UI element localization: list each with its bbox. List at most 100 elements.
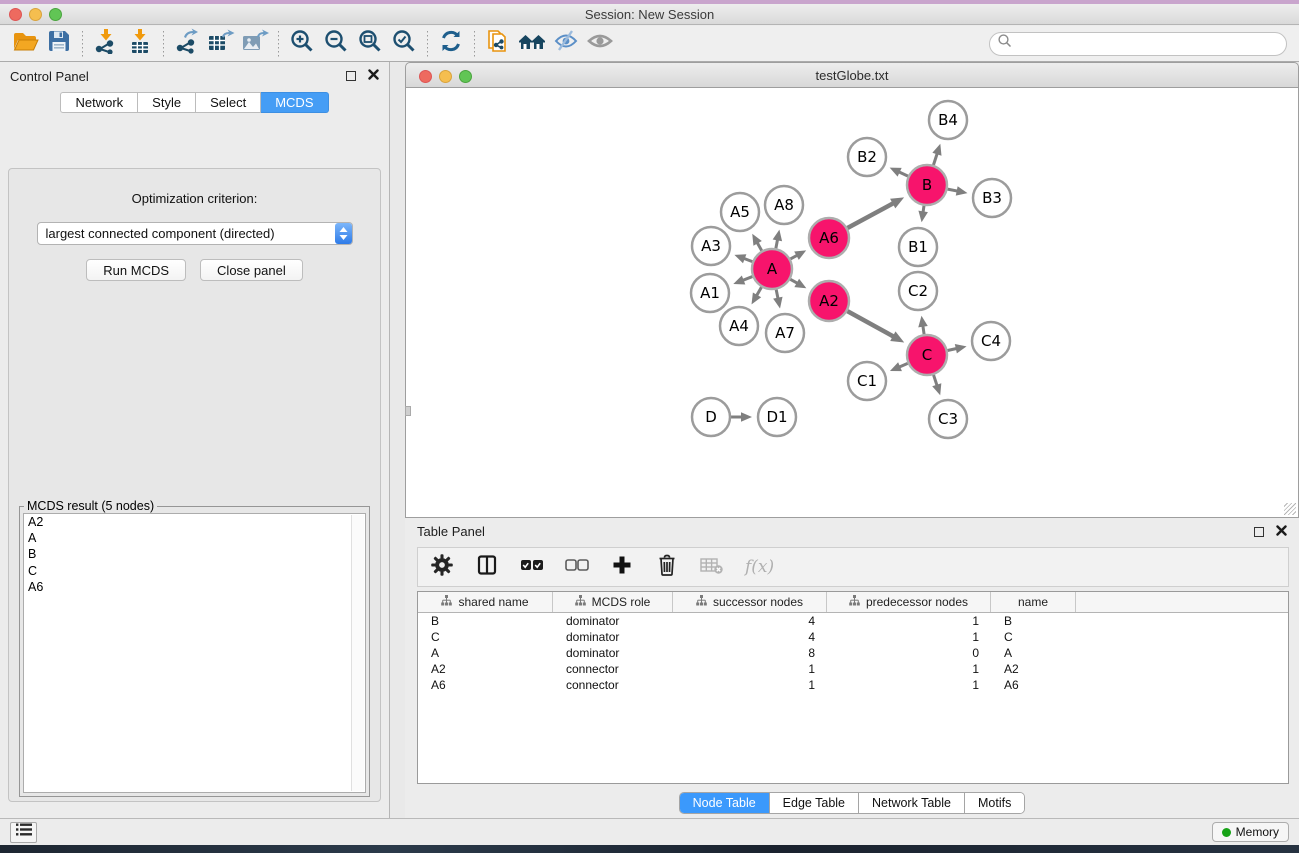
graph-node-A4[interactable]: A4 — [720, 307, 758, 345]
result-item[interactable]: C — [24, 563, 365, 579]
tab-node-table[interactable]: Node Table — [680, 793, 769, 813]
result-scrollbar[interactable] — [351, 515, 364, 791]
save-session-button[interactable] — [42, 29, 76, 59]
export-table-button[interactable] — [204, 29, 238, 59]
close-table-panel-icon[interactable] — [1276, 523, 1287, 541]
memory-button[interactable]: Memory — [1212, 822, 1289, 842]
column-header-predecessor-nodes[interactable]: predecessor nodes — [827, 592, 991, 612]
zoom-out-button[interactable] — [319, 29, 353, 59]
network-window-titlebar[interactable]: testGlobe.txt — [405, 62, 1299, 88]
table-row[interactable]: Cdominator41C — [418, 629, 1288, 645]
splitter-handle[interactable] — [405, 406, 411, 416]
import-table-button[interactable] — [123, 29, 157, 59]
graph-node-A6[interactable]: A6 — [809, 218, 849, 258]
float-table-panel-icon[interactable] — [1254, 527, 1264, 537]
table-row[interactable]: A6connector11A6 — [418, 677, 1288, 693]
tab-network[interactable]: Network — [60, 92, 138, 113]
result-item[interactable]: A6 — [24, 579, 365, 595]
edge-A6-B[interactable] — [847, 203, 894, 228]
graph-node-D[interactable]: D — [692, 398, 730, 436]
graph-node-A7[interactable]: A7 — [766, 314, 804, 352]
show-graphics-details-button[interactable] — [583, 29, 617, 59]
result-item[interactable]: B — [24, 546, 365, 562]
tab-network-table[interactable]: Network Table — [858, 793, 964, 813]
tab-select[interactable]: Select — [196, 92, 261, 113]
home-networks-button[interactable] — [515, 29, 549, 59]
memory-status-icon — [1222, 828, 1231, 837]
graph-node-B1[interactable]: B1 — [899, 228, 937, 266]
column-header-successor-nodes[interactable]: successor nodes — [673, 592, 827, 612]
graph-node-C3[interactable]: C3 — [929, 400, 967, 438]
tab-style[interactable]: Style — [138, 92, 196, 113]
select-all-rows-button[interactable] — [520, 555, 544, 579]
run-mcds-button[interactable]: Run MCDS — [86, 259, 186, 281]
table-row[interactable]: Adominator80A — [418, 645, 1288, 661]
float-panel-icon[interactable] — [346, 71, 356, 81]
graph-node-A3[interactable]: A3 — [692, 227, 730, 265]
zoom-in-icon — [289, 28, 315, 59]
import-network-button[interactable] — [89, 29, 123, 59]
resize-grip-icon[interactable] — [1284, 503, 1296, 515]
column-header-shared-name[interactable]: shared name — [418, 592, 553, 612]
graph-node-A[interactable]: A — [752, 249, 792, 289]
export-image-button[interactable] — [238, 29, 272, 59]
zoom-fit-button[interactable] — [353, 29, 387, 59]
zoom-in-button[interactable] — [285, 29, 319, 59]
zoom-fit-icon — [357, 28, 383, 59]
table-settings-button[interactable] — [430, 555, 454, 579]
gear-icon — [431, 554, 453, 581]
graph-node-C[interactable]: C — [907, 335, 947, 375]
apply-layout-button[interactable] — [434, 29, 468, 59]
show-column-button[interactable] — [475, 555, 499, 579]
table-toolbar: f(x) — [417, 547, 1289, 587]
task-history-button[interactable] — [10, 822, 37, 843]
close-panel-button[interactable]: Close panel — [200, 259, 303, 281]
duplicate-network-button[interactable] — [481, 29, 515, 59]
export-image-icon — [241, 28, 269, 59]
graph-node-A2[interactable]: A2 — [809, 281, 849, 321]
graph-node-C4[interactable]: C4 — [972, 322, 1010, 360]
svg-text:C: C — [922, 346, 932, 364]
export-network-button[interactable] — [170, 29, 204, 59]
control-panel: Control Panel NetworkStyleSelectMCDS Opt… — [0, 62, 390, 818]
window-titlebar[interactable]: Session: New Session — [0, 4, 1299, 25]
column-header-name[interactable]: name — [991, 592, 1076, 612]
graph-node-C2[interactable]: C2 — [899, 272, 937, 310]
tab-motifs[interactable]: Motifs — [964, 793, 1024, 813]
table-row[interactable]: Bdominator41B — [418, 613, 1288, 629]
graph-node-A5[interactable]: A5 — [721, 193, 759, 231]
svg-text:A6: A6 — [819, 229, 839, 247]
graph-node-B4[interactable]: B4 — [929, 101, 967, 139]
graph-node-A1[interactable]: A1 — [691, 274, 729, 312]
network-canvas[interactable]: A5A8 A3 A1A4A7 A A6 A2 B2 B4 B B3 B1 C2 C4 C C1 C3 D D1 — [405, 88, 1299, 518]
mcds-result-title: MCDS result (5 nodes) — [24, 499, 157, 513]
create-column-button[interactable] — [610, 555, 634, 579]
table-row[interactable]: A2connector11A2 — [418, 661, 1288, 677]
delete-columns-button[interactable] — [655, 555, 679, 579]
tab-mcds[interactable]: MCDS — [261, 92, 328, 113]
graph-node-B2[interactable]: B2 — [848, 138, 886, 176]
edge-A2-C[interactable] — [847, 311, 894, 337]
result-item[interactable]: A — [24, 530, 365, 546]
graph-node-D1[interactable]: D1 — [758, 398, 796, 436]
save-icon — [47, 29, 71, 58]
delete-table-button[interactable] — [700, 555, 724, 579]
graph-node-B[interactable]: B — [907, 165, 947, 205]
result-item[interactable]: A2 — [24, 514, 365, 530]
zoom-selected-button[interactable] — [387, 29, 421, 59]
close-panel-icon[interactable] — [368, 67, 379, 85]
deselect-all-rows-button[interactable] — [565, 555, 589, 579]
function-builder-button[interactable]: f(x) — [745, 555, 774, 579]
tab-edge-table[interactable]: Edge Table — [769, 793, 858, 813]
hide-graphics-details-button[interactable] — [549, 29, 583, 59]
search-input[interactable] — [989, 32, 1287, 56]
arrowhead-icon — [932, 144, 941, 156]
criterion-select[interactable]: largest connected component (directed) — [37, 222, 353, 245]
open-session-button[interactable] — [8, 29, 42, 59]
graph-node-A8[interactable]: A8 — [765, 186, 803, 224]
graph-node-C1[interactable]: C1 — [848, 362, 886, 400]
column-header-mcds-role[interactable]: MCDS role — [553, 592, 673, 612]
zoom-out-icon — [323, 28, 349, 59]
graph-node-B3[interactable]: B3 — [973, 179, 1011, 217]
mcds-tab-content: Optimization criterion: largest connecte… — [8, 168, 381, 802]
